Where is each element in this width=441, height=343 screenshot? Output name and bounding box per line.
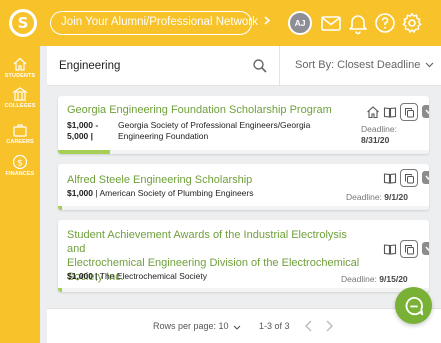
chevron-right-icon	[326, 320, 333, 332]
page-range: 1-3 of 3	[259, 321, 290, 331]
next-page-button[interactable]	[321, 318, 337, 334]
join-network-label: Join Your Alumni/Professional Network	[61, 16, 258, 28]
scholarship-amount-org: $1,000 | American Society of Plumbing En…	[67, 188, 254, 198]
sidebar-item-finances[interactable]: $ FINANCES	[0, 154, 40, 177]
progress-fill	[58, 150, 110, 154]
svg-text:$: $	[17, 159, 23, 169]
progress-bar	[58, 206, 429, 210]
copy-button[interactable]	[400, 240, 418, 258]
sidebar-item-colleges[interactable]: COLLEGES	[0, 86, 40, 109]
book-icon[interactable]	[383, 105, 397, 119]
chevron-down-icon	[233, 322, 241, 332]
home-icon	[13, 57, 27, 71]
scholarship-card[interactable]: Student Achievement Awards of the Indust…	[58, 220, 429, 292]
scholarship-title[interactable]: Georgia Engineering Foundation Scholarsh…	[67, 103, 332, 117]
scholarship-organization: Georgia Society of Professional Engineer…	[118, 120, 311, 141]
search-box	[47, 46, 280, 86]
chevron-down-icon	[425, 59, 434, 71]
pagination-bar: Rows per page: 10 1-3 of 3	[47, 308, 441, 343]
book-icon[interactable]	[383, 242, 397, 256]
home-icon[interactable]	[366, 105, 380, 119]
join-network-button[interactable]: Join Your Alumni/Professional Network	[50, 11, 271, 35]
sidebar-item-label: FINANCES	[5, 171, 35, 177]
logo-letter: S	[12, 12, 34, 34]
copy-button[interactable]	[400, 103, 418, 121]
progress-fill	[58, 206, 62, 210]
help-icon[interactable]	[373, 11, 397, 35]
top-bar: S Join Your Alumni/Professional Network …	[0, 0, 441, 46]
book-icon[interactable]	[383, 171, 397, 185]
sort-label: Sort By: Closest Deadline	[295, 59, 421, 71]
chat-icon	[405, 296, 423, 315]
sidebar-item-careers[interactable]: CAREERS	[0, 122, 40, 145]
deadline: Deadline: 9/15/20	[341, 274, 408, 284]
gear-icon[interactable]	[400, 11, 424, 35]
copy-icon	[404, 244, 414, 254]
sidebar-item-label: STUDENTS	[4, 73, 36, 79]
sidebar-item-students[interactable]: STUDENTS	[0, 56, 40, 79]
bell-icon[interactable]	[346, 11, 370, 35]
chevron-right-icon	[264, 12, 271, 33]
dollar-icon: $	[12, 154, 28, 170]
deadline: Deadline: 8/31/20	[361, 124, 397, 145]
copy-button[interactable]	[400, 169, 418, 187]
mail-icon[interactable]	[319, 11, 343, 35]
chevron-down-icon	[425, 175, 429, 181]
chevron-down-icon	[425, 246, 429, 252]
main-content: Sort By: Closest Deadline Georgia Engine…	[47, 46, 441, 343]
progress-fill	[58, 288, 62, 292]
chevron-left-icon	[305, 320, 312, 332]
expand-button[interactable]	[422, 242, 429, 255]
search-sort-bar: Sort By: Closest Deadline	[47, 46, 441, 86]
sidebar-item-label: CAREERS	[6, 139, 34, 145]
search-input[interactable]	[59, 58, 239, 74]
rows-per-page-select[interactable]: Rows per page: 10	[153, 321, 241, 332]
search-icon[interactable]	[252, 58, 268, 74]
college-icon	[12, 87, 28, 101]
chat-button[interactable]	[395, 287, 432, 324]
copy-icon	[404, 107, 414, 117]
sort-dropdown[interactable]: Sort By: Closest Deadline	[295, 59, 434, 71]
sidebar: STUDENTS COLLEGES CAREERS $ FINANCES	[0, 46, 40, 343]
rows-per-page-label: Rows per page: 10	[153, 321, 229, 331]
avatar[interactable]: AJ	[288, 11, 312, 35]
expand-button[interactable]	[422, 105, 429, 118]
scholarship-card[interactable]: Georgia Engineering Foundation Scholarsh…	[58, 96, 429, 154]
app-logo[interactable]: S	[9, 9, 37, 37]
scholarship-amount: $1,000 -5,000 |	[67, 120, 99, 141]
copy-icon	[404, 173, 414, 183]
progress-bar	[58, 288, 429, 292]
progress-bar	[58, 150, 429, 154]
briefcase-icon	[13, 124, 27, 137]
deadline: Deadline: 9/1/20	[346, 192, 408, 202]
scholarship-amount-org: $1,000 | The Electrochemical Society	[67, 271, 208, 281]
chevron-down-icon	[425, 109, 429, 115]
scholarship-title[interactable]: Alfred Steele Engineering Scholarship	[67, 173, 252, 187]
sidebar-item-label: COLLEGES	[4, 103, 36, 109]
scholarship-card[interactable]: Alfred Steele Engineering Scholarship $1…	[58, 164, 429, 210]
expand-button[interactable]	[422, 171, 429, 184]
prev-page-button[interactable]	[301, 318, 317, 334]
